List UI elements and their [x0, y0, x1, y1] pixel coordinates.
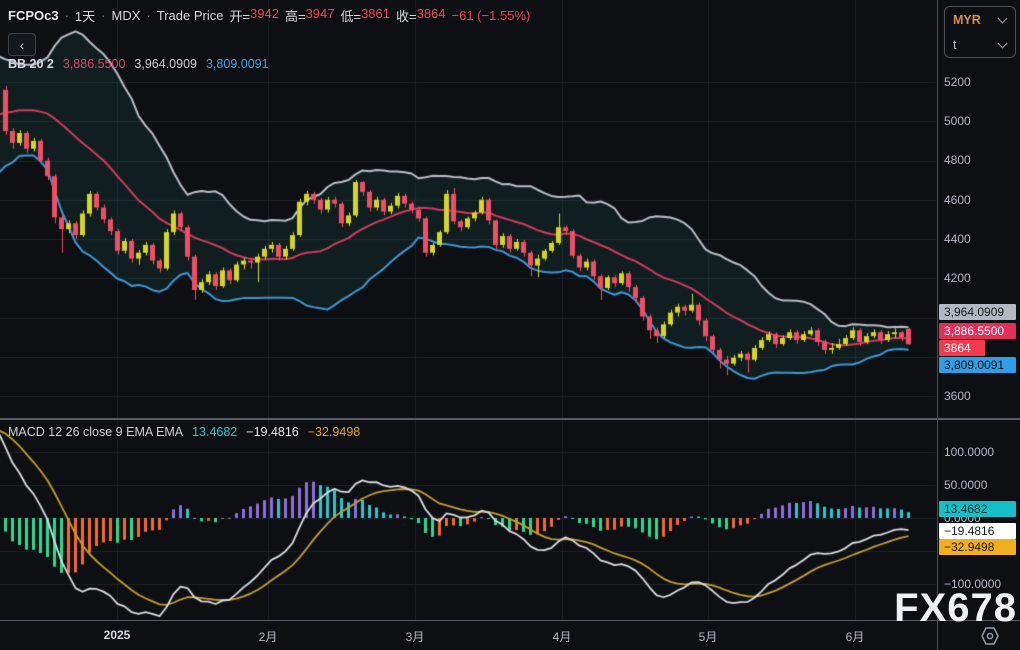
bb-lower-price-label: 3,809.0091 [939, 357, 1016, 373]
axis-tick-label: 50.0000 [944, 477, 987, 493]
pane-separator[interactable] [0, 418, 1020, 420]
fx678-watermark: FX678 [894, 586, 1017, 631]
bb-upper-price-label: 3,964.0909 [939, 304, 1016, 320]
currency-value: MYR [953, 13, 981, 27]
separator-dot: · [146, 8, 150, 23]
axis-tick-label: 4200 [944, 270, 971, 286]
ohlc-low: 低=3861 [340, 6, 390, 25]
macd-hist-header-value: 13.4682 [192, 425, 237, 439]
macd-signal-header-value: −32.9498 [308, 425, 360, 439]
macd-indicator-row[interactable]: MACD 12 26 close 9 EMA EMA 13.4682 −19.4… [8, 424, 360, 440]
symbol-name[interactable]: FCPOc3 [8, 8, 59, 23]
macd-line-value-label: −19.4816 [939, 523, 1016, 539]
chevron-left-icon: ‹ [20, 38, 25, 52]
macd-hist-value-label: 13.4682 [939, 501, 1016, 517]
time-tick-label: 6月 [846, 628, 865, 645]
currency-dropdown[interactable]: MYR [945, 7, 1015, 32]
interval-label[interactable]: 1天 [75, 6, 95, 25]
time-tick-label: 4月 [553, 628, 572, 645]
ohlc-open: 开=3942 [229, 6, 279, 25]
chevron-down-icon [998, 39, 1008, 49]
change-value: −61 (−1.55%) [452, 8, 531, 23]
time-axis[interactable]: 2025 2月 3月 4月 5月 6月 [0, 621, 1020, 650]
bb-indicator-row[interactable]: BB 20 2 3,886.5500 3,964.0909 3,809.0091 [8, 56, 269, 72]
exchange-label: MDX [112, 8, 141, 23]
chevron-down-icon [998, 14, 1008, 24]
macd-indicator-label: MACD 12 26 close 9 EMA EMA [8, 425, 183, 439]
bb-indicator-label: BB 20 2 [8, 57, 54, 71]
axis-unit-box: MYR t [944, 6, 1016, 58]
price-axis[interactable]: 5200 5000 4800 4600 4400 4200 3600 100.0000 50.0… [938, 0, 1020, 620]
back-button[interactable]: ‹ [8, 33, 36, 56]
macd-line-header-value: −19.4816 [246, 425, 298, 439]
unit-value: t [953, 38, 956, 52]
ohlc-high: 高=3947 [285, 6, 335, 25]
time-tick-label: 5月 [699, 628, 718, 645]
axis-tick-label: 3600 [944, 388, 971, 404]
bb-mid-price-label: 3,886.5500 [939, 323, 1016, 339]
separator-dot: · [101, 8, 105, 23]
bb-lower-value: 3,809.0091 [206, 57, 269, 71]
price-chart-canvas[interactable] [0, 0, 1020, 650]
time-tick-label: 3月 [406, 628, 425, 645]
series-type-label: Trade Price [157, 8, 224, 23]
axis-tick-label: 4800 [944, 152, 971, 168]
axis-tick-label: 5000 [944, 113, 971, 129]
macd-signal-value-label: −32.9498 [939, 539, 1016, 555]
axis-tick-label: 4600 [944, 192, 971, 208]
symbol-header: FCPOc3 · 1天 · MDX · Trade Price 开=3942 高… [8, 6, 530, 24]
time-tick-label: 2月 [259, 628, 278, 645]
trading-chart-app: { "header": { "symbol": "FCPOc3", "dot":… [0, 0, 1020, 650]
bb-upper-value: 3,964.0909 [134, 57, 197, 71]
time-tick-label: 2025 [104, 628, 131, 642]
axis-tick-label: 5200 [944, 74, 971, 90]
unit-dropdown[interactable]: t [945, 32, 1015, 57]
bb-mid-value: 3,886.5500 [63, 57, 126, 71]
ohlc-close: 收=3864 [396, 6, 446, 25]
separator-dot: · [65, 8, 69, 23]
axis-tick-label: 4400 [944, 231, 971, 247]
axis-tick-label: 100.0000 [944, 444, 994, 460]
last-price-label: 3864 [939, 340, 985, 356]
